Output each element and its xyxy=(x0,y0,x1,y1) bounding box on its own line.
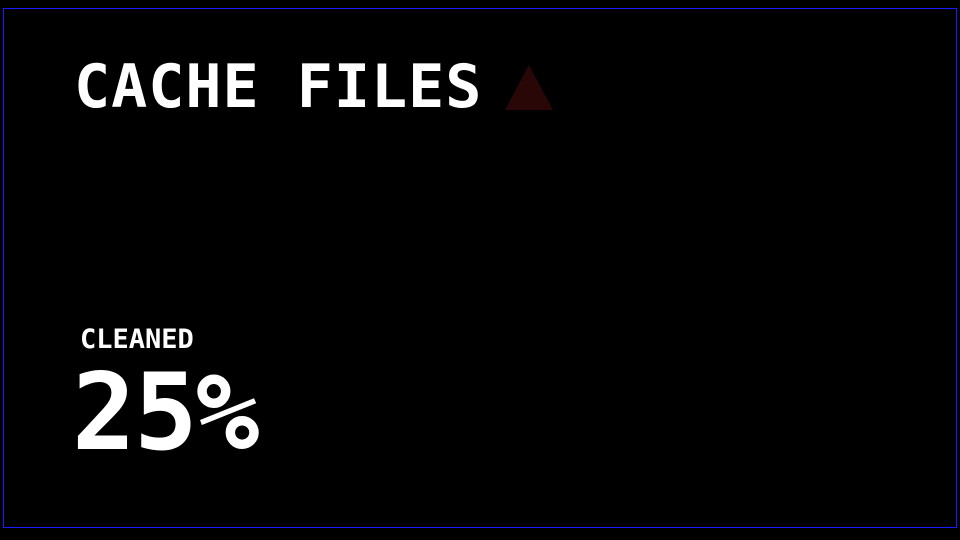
cleaned-percent-value: 25% xyxy=(72,351,259,474)
page-title: CACHE FILES xyxy=(74,52,483,122)
warning-triangle-icon xyxy=(505,65,554,110)
cleaner-screen: CACHE FILES CLEANED 25% xyxy=(0,0,960,540)
header: CACHE FILES xyxy=(74,56,554,118)
